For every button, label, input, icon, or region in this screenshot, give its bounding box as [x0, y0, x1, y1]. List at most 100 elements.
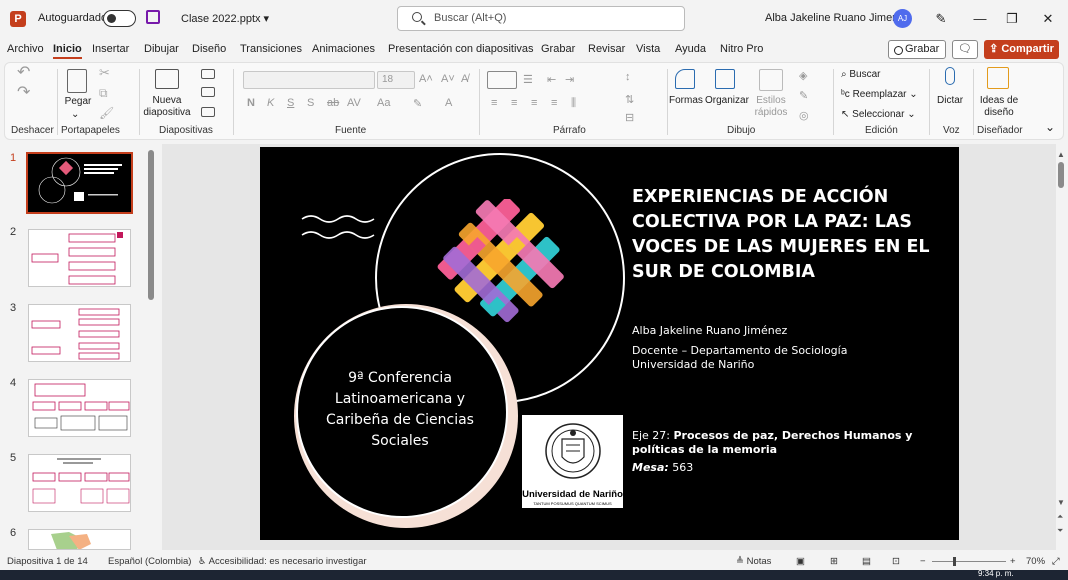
menu-insertar[interactable]: Insertar: [92, 43, 129, 55]
menu-inicio[interactable]: Inicio: [53, 43, 82, 59]
record-button[interactable]: Grabar: [888, 40, 946, 59]
spacing-icon[interactable]: AV: [347, 97, 361, 109]
mesa-text[interactable]: Mesa: 563: [632, 461, 693, 474]
shrink-font-icon[interactable]: A˅: [441, 73, 455, 85]
zoom-level[interactable]: 70%: [1026, 556, 1045, 567]
reset-icon[interactable]: [201, 87, 215, 97]
slide-thumbnail-2[interactable]: [28, 229, 131, 287]
menu-grabar[interactable]: Grabar: [541, 43, 575, 55]
columns-icon[interactable]: ⫼: [571, 97, 576, 110]
normal-view-icon[interactable]: ▣: [796, 556, 805, 567]
comments-button[interactable]: 🗨: [952, 40, 978, 59]
zoom-in-icon[interactable]: +: [1010, 556, 1016, 567]
text-direction-icon[interactable]: ⇅: [625, 93, 634, 106]
bullets-icon[interactable]: [487, 71, 517, 89]
thumbnail-scrollbar[interactable]: [148, 150, 154, 300]
menu-dibujar[interactable]: Dibujar: [144, 43, 179, 55]
dictate-button[interactable]: Dictar: [937, 95, 963, 107]
quick-styles-icon[interactable]: [759, 69, 783, 91]
user-name[interactable]: Alba Jakeline Ruano Jimenez: [765, 12, 910, 24]
canvas-scrollbar[interactable]: ▲ ▼ ⏶ ⏷: [1057, 150, 1065, 545]
decrease-indent-icon[interactable]: ⇤: [547, 73, 556, 86]
share-button[interactable]: ⇪ Compartir: [984, 40, 1059, 59]
redo-icon[interactable]: ↷: [17, 85, 30, 101]
shapes-icon[interactable]: [675, 69, 695, 89]
accessibility-status[interactable]: ♿︎ Accesibilidad: es necesario investiga…: [198, 556, 367, 567]
zoom-slider-thumb[interactable]: [953, 557, 956, 566]
align-text-icon[interactable]: ⊟: [625, 111, 634, 124]
justify-icon[interactable]: ≡: [551, 97, 557, 109]
slide-thumbnail-3[interactable]: [28, 304, 131, 362]
copy-icon[interactable]: ⧉: [99, 87, 108, 99]
author-name[interactable]: Alba Jakeline Ruano Jiménez: [632, 324, 787, 337]
close-button[interactable]: ✕: [1034, 8, 1062, 30]
author-affiliation[interactable]: Docente – Departamento de Sociología Uni…: [632, 344, 932, 372]
case-icon[interactable]: Aa: [377, 97, 390, 109]
slide-thumbnail-5[interactable]: [28, 454, 131, 512]
menu-ayuda[interactable]: Ayuda: [675, 43, 706, 55]
notes-button[interactable]: ≜ Notas: [736, 556, 771, 567]
shapes-button[interactable]: Formas: [669, 95, 703, 107]
menu-transiciones[interactable]: Transiciones: [240, 43, 302, 55]
slide-1[interactable]: 9ª Conferencia Latinoamericana y Caribeñ…: [260, 147, 959, 540]
clipboard-icon[interactable]: [67, 69, 87, 93]
minimize-button[interactable]: —: [966, 8, 994, 30]
italic-icon[interactable]: K: [267, 97, 274, 109]
slide-thumbnail-1[interactable]: [26, 152, 133, 214]
replace-button[interactable]: ᵇc Reemplazar ⌄: [841, 89, 918, 101]
select-button[interactable]: ↖ Seleccionar ⌄: [841, 109, 916, 121]
layout-icon[interactable]: [201, 69, 215, 79]
chevron-down-icon[interactable]: ⌄: [71, 109, 79, 121]
font-size-field[interactable]: 18: [377, 71, 415, 89]
menu-archivo[interactable]: Archivo: [7, 43, 44, 55]
scroll-thumb[interactable]: [1058, 162, 1064, 188]
reading-view-icon[interactable]: ▤: [862, 556, 871, 567]
menu-vista[interactable]: Vista: [636, 43, 660, 55]
next-slide-icon[interactable]: ⏷: [1057, 526, 1063, 536]
section-icon[interactable]: [201, 107, 215, 117]
strikethrough-icon[interactable]: ab: [327, 97, 339, 109]
align-center-icon[interactable]: ≡: [511, 97, 517, 109]
quick-styles-button[interactable]: Estilos rápidos: [749, 95, 793, 119]
align-right-icon[interactable]: ≡: [531, 97, 537, 109]
font-name-field[interactable]: [243, 71, 375, 89]
new-slide-button[interactable]: Nueva diapositiva: [143, 95, 191, 119]
scroll-up-icon[interactable]: ▲: [1057, 150, 1065, 159]
underline-icon[interactable]: S: [287, 97, 294, 109]
save-icon[interactable]: [146, 10, 160, 24]
find-button[interactable]: ⌕ Buscar: [841, 69, 881, 81]
menu-animaciones[interactable]: Animaciones: [312, 43, 375, 55]
microphone-icon[interactable]: [945, 67, 955, 85]
cut-icon[interactable]: ✂: [99, 66, 110, 79]
slide-thumbnail-4[interactable]: [28, 379, 131, 437]
font-color-icon[interactable]: A: [445, 97, 452, 109]
format-painter-icon[interactable]: 🖌: [99, 107, 114, 119]
clear-format-icon[interactable]: A̸: [461, 73, 468, 85]
restore-button[interactable]: ❐: [998, 8, 1026, 30]
highlight-icon[interactable]: ✎: [413, 97, 422, 110]
shape-outline-icon[interactable]: ✎: [799, 89, 808, 102]
avatar[interactable]: AJ: [893, 9, 912, 28]
language-indicator[interactable]: Español (Colombia): [108, 556, 191, 567]
grow-font-icon[interactable]: A˄: [419, 73, 433, 85]
zoom-slider[interactable]: [932, 561, 1006, 562]
line-spacing-icon[interactable]: ↕: [625, 71, 631, 83]
arrange-icon[interactable]: [715, 69, 735, 89]
slide-sorter-icon[interactable]: ⊞: [830, 556, 838, 567]
new-slide-icon[interactable]: [155, 69, 179, 89]
numbering-icon[interactable]: ☰: [523, 73, 533, 86]
university-logo[interactable]: Universidad de Nariño TANTUM POSSUMUS QU…: [522, 415, 623, 508]
menu-nitro-pro[interactable]: Nitro Pro: [720, 43, 763, 55]
autosave-toggle[interactable]: [103, 10, 136, 27]
collapse-ribbon-icon[interactable]: ⌄: [1045, 121, 1055, 133]
menu-diseno[interactable]: Diseño: [192, 43, 226, 55]
slide-thumbnail-6[interactable]: [28, 529, 131, 550]
shadow-icon[interactable]: S: [307, 97, 314, 109]
eje-text[interactable]: Eje 27: Procesos de paz, Derechos Humano…: [632, 429, 942, 457]
pen-icon[interactable]: ✎: [927, 8, 955, 30]
scroll-down-icon[interactable]: ▼: [1057, 498, 1065, 507]
menu-revisar[interactable]: Revisar: [588, 43, 625, 55]
arrange-button[interactable]: Organizar: [705, 95, 749, 107]
slide-title[interactable]: EXPERIENCIAS DE ACCIÓN COLECTIVA POR LA …: [632, 185, 942, 285]
menu-presentacion[interactable]: Presentación con diapositivas: [388, 43, 534, 55]
